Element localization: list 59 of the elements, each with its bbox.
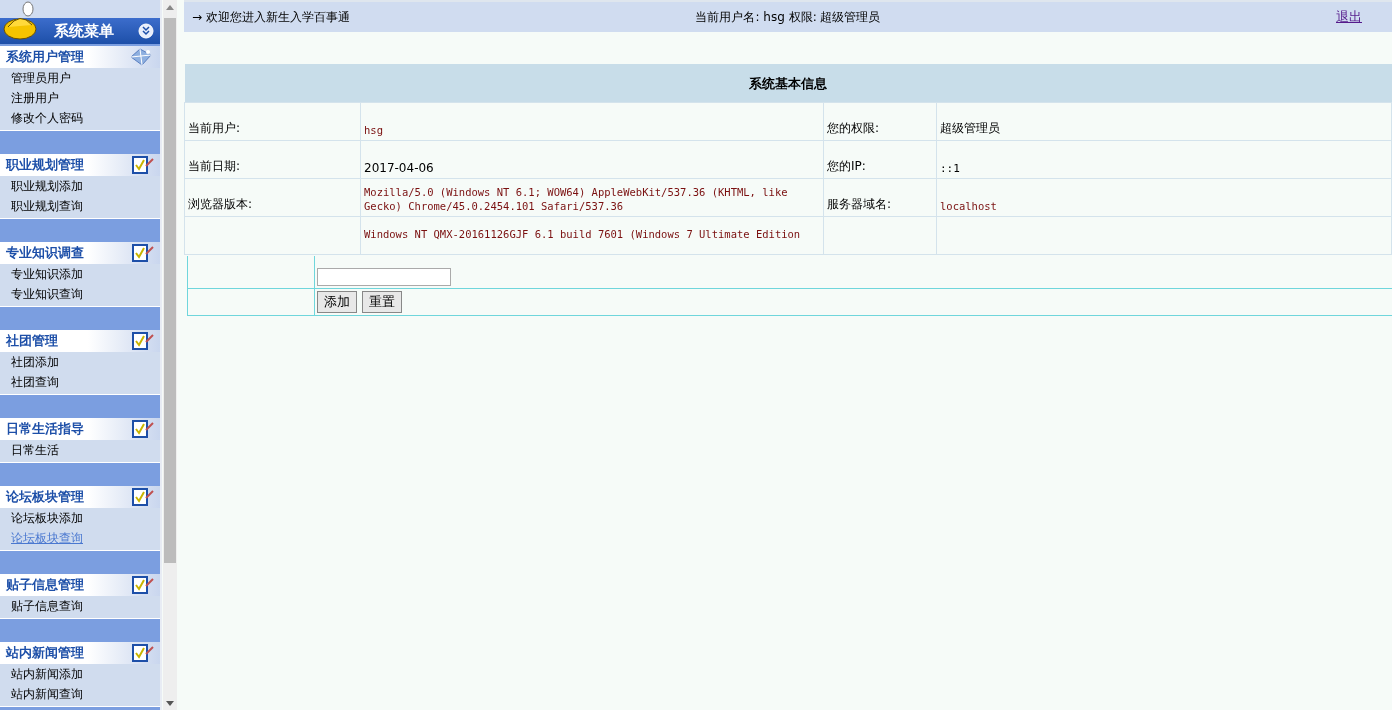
section-title: 贴子信息管理 <box>6 576 84 594</box>
menu-link[interactable]: 专业知识添加 <box>0 264 83 284</box>
section-title: 系统用户管理 <box>6 48 84 66</box>
menu-link[interactable]: 职业规划添加 <box>0 176 83 196</box>
logout-link[interactable]: 退出 <box>1336 8 1362 26</box>
field-value: ::1 <box>940 161 960 175</box>
field-label: 服务器域名: <box>827 196 892 211</box>
field-value: hsg <box>364 123 383 136</box>
checklist-icon <box>132 575 154 595</box>
menu-link[interactable]: 站内新闻查询 <box>0 684 83 704</box>
checklist-icon <box>132 419 154 439</box>
menu-link[interactable]: 注册用户 <box>0 88 59 108</box>
menu-link[interactable]: 社团添加 <box>0 352 59 372</box>
section-title: 专业知识调查 <box>6 244 84 262</box>
checklist-icon <box>132 643 154 663</box>
menu-link[interactable]: 职业规划查询 <box>0 196 83 216</box>
section-header[interactable]: 职业规划管理 <box>0 154 160 176</box>
field-value: localhost <box>940 199 997 212</box>
scrollbar-thumb[interactable] <box>164 18 176 563</box>
section-header[interactable]: 系统用户管理 <box>0 46 160 68</box>
field-label: 您的权限: <box>827 120 880 135</box>
table-title: 系统基本信息 <box>184 64 1392 102</box>
menu-link[interactable]: 论坛板块添加 <box>0 508 83 528</box>
menu-link[interactable]: 管理员用户 <box>0 68 71 88</box>
field-label: 当前日期: <box>188 158 241 173</box>
section-header[interactable]: 贴子信息管理 <box>0 574 160 596</box>
checklist-icon <box>132 331 154 351</box>
field-value: Windows NT QMX-20161126GJF 6.1 build 7601 (Windows 7 Ultimate Edition <box>364 227 801 240</box>
menu-link[interactable]: 专业知识查询 <box>0 284 83 304</box>
checklist-icon <box>132 243 154 263</box>
input-field[interactable] <box>317 268 451 286</box>
field-label: 您的IP: <box>827 158 866 173</box>
section-header[interactable]: 日常生活指导 <box>0 418 160 440</box>
checklist-icon <box>132 487 154 507</box>
field-label: 浏览器版本: <box>188 196 253 211</box>
menu-link[interactable]: 社团查询 <box>0 372 59 392</box>
section-title: 社团管理 <box>6 332 58 350</box>
field-value: Mozilla/5.0 (Windows NT 6.1; WOW64) AppleWebKit/537.36 (KHTML, like Gecko) Chrome/45.0.2454.101 Safari/537.36 <box>364 185 788 212</box>
section-title: 日常生活指导 <box>6 420 84 438</box>
field-label: 当前用户: <box>188 120 241 135</box>
section-header[interactable]: 论坛板块管理 <box>0 486 160 508</box>
user-info: 当前用户名: hsg 权限: 超级管理员 <box>695 8 881 26</box>
menu-link[interactable]: 站内新闻添加 <box>0 664 83 684</box>
section-title: 论坛板块管理 <box>6 488 84 506</box>
section-header[interactable]: 站内新闻管理 <box>0 642 160 664</box>
menu-title: 系统菜单 <box>54 21 115 41</box>
section-header[interactable]: 专业知识调查 <box>0 242 160 264</box>
form-button[interactable]: 添加 <box>317 291 357 313</box>
section-header[interactable]: 社团管理 <box>0 330 160 352</box>
field-value: 超级管理员 <box>940 120 1000 135</box>
gem-icon <box>128 47 154 67</box>
menu-link[interactable]: 修改个人密码 <box>0 108 83 128</box>
form-button[interactable]: 重置 <box>362 291 402 313</box>
collapse-icon[interactable] <box>138 23 154 39</box>
welcome-text: → 欢迎您进入新生入学百事通 <box>192 8 350 26</box>
section-title: 站内新闻管理 <box>6 644 84 662</box>
field-value: 2017-04-06 <box>364 160 434 175</box>
section-title: 职业规划管理 <box>6 156 84 174</box>
checklist-icon <box>132 155 154 175</box>
